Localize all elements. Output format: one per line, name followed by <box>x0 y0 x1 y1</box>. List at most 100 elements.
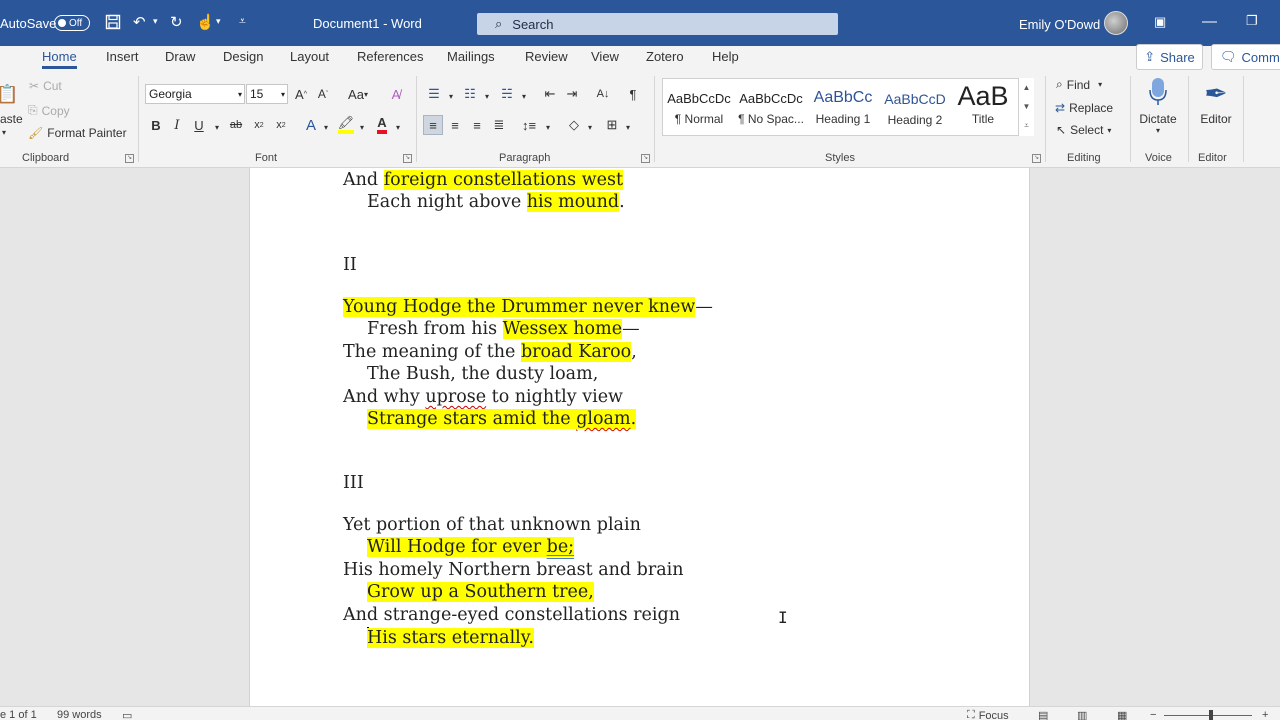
show-formatting-icon[interactable]: ¶ <box>623 84 643 104</box>
style-normal[interactable]: AaBbCcDc ¶ Normal <box>663 79 735 135</box>
clipboard-launcher-icon[interactable]: ↘ <box>125 154 134 163</box>
tab-layout[interactable]: Layout <box>290 49 329 64</box>
font-family-dropdown[interactable]: Georgia ▾ <box>145 84 245 104</box>
tab-design[interactable]: Design <box>223 49 263 64</box>
paste-dropdown-icon[interactable]: ▾ <box>2 128 6 137</box>
tab-mailings[interactable]: Mailings <box>447 49 495 64</box>
copy-icon: ⎘ <box>28 103 38 117</box>
zoom-slider-track[interactable] <box>1164 715 1252 716</box>
style-no-spacing[interactable]: AaBbCcDc ¶ No Spac... <box>735 79 807 135</box>
tab-review[interactable]: Review <box>525 49 568 64</box>
sort-icon[interactable]: A↓ <box>593 84 613 104</box>
user-name[interactable]: Emily O'Dowd <box>1019 17 1100 32</box>
editor-button[interactable]: ✒ Editor <box>1196 76 1236 126</box>
word-count[interactable]: 99 words <box>57 709 102 720</box>
line-spacing-dropdown-icon[interactable]: ▾ <box>538 117 558 137</box>
print-layout-icon[interactable]: ▥ <box>1077 709 1087 720</box>
font-size-dropdown[interactable]: 15 ▾ <box>246 84 288 104</box>
style-title[interactable]: AaB Title <box>947 79 1019 135</box>
borders-dropdown-icon[interactable]: ▾ <box>618 117 638 137</box>
undo-dropdown-icon[interactable]: ▾ <box>153 16 158 27</box>
document-area[interactable]: And foreign constellations west Each nig… <box>0 168 1280 706</box>
chevron-down-icon[interactable]: ▼ <box>1023 102 1031 111</box>
numbering-dropdown-icon[interactable]: ▾ <box>477 86 497 106</box>
font-color-dropdown-icon[interactable]: ▾ <box>388 117 408 137</box>
decrease-indent-icon[interactable]: ⇤ <box>540 84 560 104</box>
zoom-in-icon[interactable]: + <box>1262 709 1268 720</box>
paragraph-launcher-icon[interactable]: ↘ <box>641 154 650 163</box>
avatar[interactable] <box>1104 11 1128 35</box>
change-case-icon[interactable]: Aa ▾ <box>343 84 373 104</box>
subscript-icon[interactable]: x2 <box>249 115 269 135</box>
redo-icon[interactable]: ↻ <box>170 13 183 31</box>
touch-dropdown-icon[interactable]: ▾ <box>216 16 221 27</box>
replace-button[interactable]: ⇄ Replace <box>1055 101 1113 115</box>
select-button[interactable]: ↖ Select ▾ <box>1056 123 1111 137</box>
shading-dropdown-icon[interactable]: ▾ <box>580 117 600 137</box>
focus-button[interactable]: ⛶ Focus <box>967 709 1009 720</box>
comments-button[interactable]: 🗨 Comme <box>1211 44 1280 70</box>
web-layout-icon[interactable]: ▦ <box>1117 709 1127 720</box>
chevron-up-icon[interactable]: ▲ <box>1023 83 1031 92</box>
autosave-state: Off <box>69 17 83 29</box>
poem-line: And foreign constellations west <box>343 170 623 190</box>
search-box[interactable]: ⌕ Search <box>477 13 838 35</box>
tab-view[interactable]: View <box>591 49 619 64</box>
paste-icon[interactable]: 📋 <box>0 84 18 105</box>
highlight-dropdown-icon[interactable]: ▾ <box>352 117 372 137</box>
tab-home[interactable]: Home <box>42 49 77 69</box>
autosave-toggle[interactable]: Off <box>54 15 90 31</box>
paste-label[interactable]: aste <box>0 112 23 126</box>
underline-dropdown-icon[interactable]: ▾ <box>207 117 227 137</box>
read-mode-icon[interactable]: ▤ <box>1038 709 1048 720</box>
align-center-icon[interactable]: ≡ <box>445 115 465 135</box>
customize-qat-icon[interactable]: ⩡ <box>239 14 246 29</box>
save-icon[interactable] <box>105 14 121 30</box>
format-painter-button[interactable]: 🖌 Format Painter <box>28 126 127 140</box>
grow-font-icon[interactable]: A ^ <box>291 84 311 104</box>
tab-insert[interactable]: Insert <box>106 49 139 64</box>
tab-help[interactable]: Help <box>712 49 739 64</box>
align-right-icon[interactable]: ≡ <box>467 115 487 135</box>
ribbon-display-icon[interactable]: ▣ <box>1154 14 1166 30</box>
tab-draw[interactable]: Draw <box>165 49 195 64</box>
strikethrough-icon[interactable]: ab <box>226 115 246 135</box>
dictate-button[interactable]: Dictate ▾ <box>1138 76 1178 135</box>
tab-references[interactable]: References <box>357 49 423 64</box>
styles-launcher-icon[interactable]: ↘ <box>1032 154 1041 163</box>
document-page[interactable]: And foreign constellations west Each nig… <box>249 168 1030 706</box>
align-left-icon[interactable]: ≡ <box>423 115 443 135</box>
styles-scroll[interactable]: ▲ ▼ ⩡ <box>1018 78 1034 136</box>
bullets-dropdown-icon[interactable]: ▾ <box>441 86 461 106</box>
multilevel-dropdown-icon[interactable]: ▾ <box>514 86 534 106</box>
style-heading-1[interactable]: AaBbCc Heading 1 <box>807 79 879 135</box>
justify-icon[interactable]: ≣ <box>489 115 509 135</box>
line-spacing-icon[interactable]: ↕≡ <box>519 115 539 135</box>
zoom-slider-thumb[interactable] <box>1209 710 1213 720</box>
shrink-font-icon[interactable]: Aˇ <box>313 84 333 104</box>
comment-icon: 🗨 <box>1220 49 1237 64</box>
underline-icon[interactable]: U <box>189 115 209 135</box>
touch-mode-icon[interactable]: ☝ <box>196 13 215 31</box>
copy-button[interactable]: ⎘ Copy <box>28 103 70 118</box>
restore-icon[interactable]: ❐ <box>1246 13 1258 29</box>
bold-icon[interactable]: B <box>146 115 166 135</box>
clear-formatting-icon[interactable]: A̸ <box>386 84 406 104</box>
cut-button[interactable]: ✂ Cut <box>29 79 62 93</box>
text-effects-dropdown-icon[interactable]: ▾ <box>316 117 336 137</box>
tab-zotero[interactable]: Zotero <box>646 49 684 64</box>
find-button[interactable]: ⌕ Find ▾ <box>1056 77 1102 92</box>
superscript-icon[interactable]: x2 <box>271 115 291 135</box>
more-styles-icon[interactable]: ⩡ <box>1024 121 1029 131</box>
italic-icon[interactable]: I <box>167 115 187 135</box>
document-title: Document1 - Word <box>313 16 422 31</box>
minimize-icon[interactable]: — <box>1202 13 1217 30</box>
style-heading-2[interactable]: AaBbCcD Heading 2 <box>879 79 951 135</box>
page-count[interactable]: e 1 of 1 <box>0 709 37 720</box>
proofing-icon[interactable]: ▭ <box>122 709 132 720</box>
font-launcher-icon[interactable]: ↘ <box>403 154 412 163</box>
share-button[interactable]: ⇪ Share <box>1136 44 1203 70</box>
zoom-out-icon[interactable]: − <box>1150 709 1156 720</box>
increase-indent-icon[interactable]: ⇥ <box>562 84 582 104</box>
undo-icon[interactable]: ↶ <box>133 13 146 31</box>
